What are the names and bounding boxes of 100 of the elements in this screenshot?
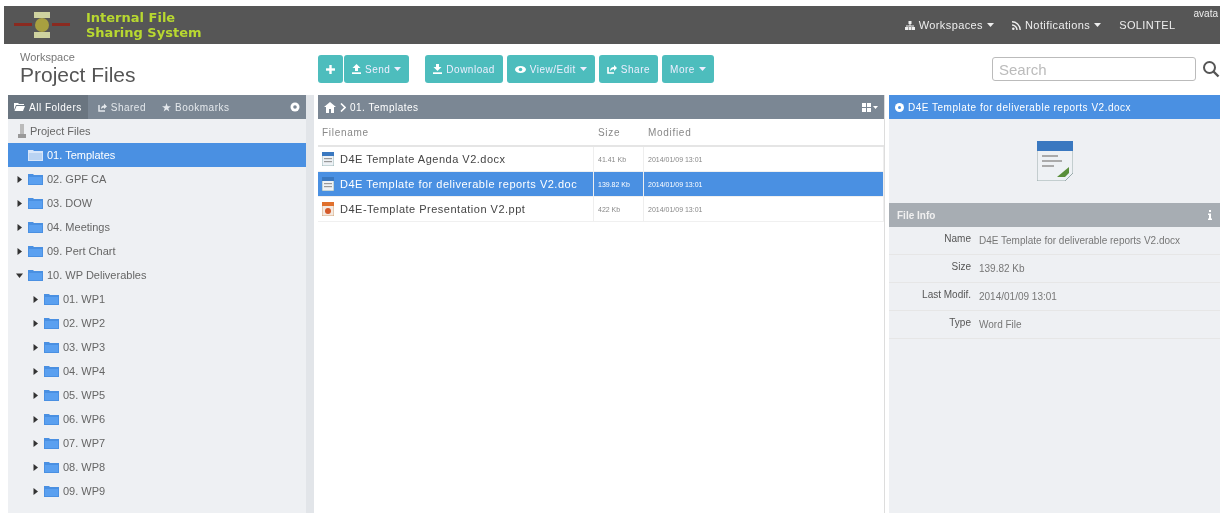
tree-item[interactable]: 02. GPF CA [8,167,306,191]
folder-icon [44,413,59,425]
tree-item[interactable]: Project Files [30,125,91,137]
expander-icon[interactable] [16,223,23,231]
file-name: D4E Template for deliverable reports V2.doc [340,178,578,190]
search-field[interactable]: Search [992,57,1196,81]
brand-title: Sharing System [86,25,202,40]
nav-link[interactable]: Notifications [1012,19,1102,31]
field-value: 2014/01/09 13:01 [979,290,1058,304]
tree-item[interactable]: 07. WP7 [8,431,306,455]
field-label: Last Modif. [921,289,971,302]
expander-icon[interactable] [32,463,39,471]
field-value: 139.82 Kb [979,262,1026,276]
folder-icon [28,173,43,185]
tree-item[interactable]: 05. WP5 [8,383,306,407]
caret-icon [987,23,994,27]
tree-item[interactable]: 09. Pert Chart [8,239,306,263]
folder-icon [44,461,59,473]
expander-icon[interactable] [16,199,23,207]
rss-icon [1012,20,1021,30]
document-icon [322,177,334,191]
sidebar-tab[interactable]: All Folders [8,95,88,119]
sidebar-tab[interactable]: Shared [91,95,152,119]
column-header[interactable]: Filename [318,126,594,138]
column-header[interactable]: Size [594,126,644,138]
expander-icon[interactable] [32,343,39,351]
upload-icon [352,64,361,74]
folder-icon [44,389,59,401]
view-toggle-icon[interactable] [862,102,878,112]
caret-icon [579,67,587,71]
tree-item[interactable]: 09. WP9 [8,479,306,503]
details-title: D4E Template for deliverable reports V2.docx [908,101,1132,113]
breadcrumb-link[interactable]: 01. Templates [350,101,419,113]
presentation-icon [322,202,334,216]
expander-icon[interactable] [32,319,39,327]
document-preview-icon [1036,141,1073,181]
caret-icon [1094,23,1102,27]
tree-item[interactable]: 10. WP Deliverables [8,263,306,287]
document-icon [322,152,334,166]
field-label: Name [943,233,971,246]
folder-icon [28,197,43,209]
folder-icon [44,365,59,377]
folder-icon [14,103,25,111]
tree-item[interactable]: 06. WP6 [8,407,306,431]
expander-icon[interactable] [32,415,39,423]
folder-icon [44,293,59,305]
plus-icon [326,64,335,74]
file-name: D4E-Template Presentation V2.ppt [340,203,526,215]
logo-icon [12,10,72,40]
search-icon[interactable] [1202,60,1220,78]
tree-item[interactable]: 04. WP4 [8,359,306,383]
expander-icon[interactable] [32,367,39,375]
sitemap-icon [904,20,915,30]
tree-item[interactable]: 01. Templates [8,143,306,167]
tree-item[interactable]: 03. WP3 [8,335,306,359]
caret-icon [698,67,706,71]
field-value: Word File [979,318,1023,332]
avatar-text: avata [1193,7,1219,19]
tree-item[interactable]: 01. WP1 [8,287,306,311]
share-icon [97,102,107,112]
brand-title: Internal File [86,10,177,25]
expander-icon[interactable] [16,271,23,279]
eye-icon [514,65,526,73]
settings-icon[interactable] [290,102,300,112]
folder-icon [28,245,43,257]
chevron-icon [340,102,346,112]
expander-icon[interactable] [32,295,39,303]
file-name: D4E Template Agenda V2.docx [340,153,506,165]
field-value: D4E Template for deliverable reports V2.docx [979,234,1182,248]
drive-icon [18,124,26,138]
caret-icon [394,67,402,71]
expander-icon[interactable] [16,175,23,183]
folder-icon [28,269,43,281]
tree-item[interactable]: 03. DOW [8,191,306,215]
nav-link[interactable]: Workspaces [904,19,994,31]
star-icon [162,102,171,112]
expander-icon[interactable] [32,439,39,447]
folder-icon [44,341,59,353]
tree-item[interactable]: 04. Meetings [8,215,306,239]
folder-icon [44,437,59,449]
tree-item[interactable]: 02. WP2 [8,311,306,335]
download-icon [433,64,443,74]
expander-icon[interactable] [32,391,39,399]
folder-icon [44,317,59,329]
info-icon [895,102,904,112]
section-header: File Info [897,209,936,221]
expander-icon[interactable] [16,247,23,255]
sidebar-tab[interactable]: Bookmarks [156,95,236,119]
page-title: Project Files [20,63,137,87]
workspace-label: Workspace [20,51,76,63]
nav-link[interactable]: SOLINTEL [1119,19,1176,31]
expander-icon[interactable] [32,487,39,495]
field-label: Type [948,317,971,330]
tree-item[interactable]: 08. WP8 [8,455,306,479]
home-icon[interactable] [324,101,336,113]
share-icon [606,64,617,74]
column-header[interactable]: Modified [644,126,884,138]
info-icon [1208,210,1212,220]
folder-icon [28,149,43,161]
field-label: Size [950,261,971,274]
